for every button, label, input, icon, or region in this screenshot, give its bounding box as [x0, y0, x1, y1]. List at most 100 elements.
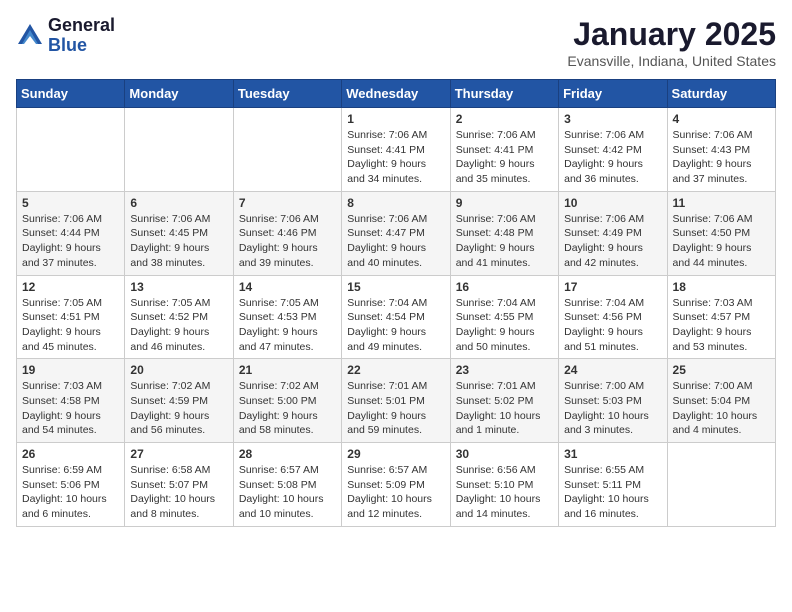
- day-info: Sunrise: 7:01 AM Sunset: 5:02 PM Dayligh…: [456, 379, 553, 438]
- day-number: 16: [456, 280, 553, 294]
- day-cell: 22Sunrise: 7:01 AM Sunset: 5:01 PM Dayli…: [342, 359, 450, 443]
- day-cell: [233, 108, 341, 192]
- day-cell: [17, 108, 125, 192]
- day-info: Sunrise: 7:06 AM Sunset: 4:42 PM Dayligh…: [564, 128, 661, 187]
- logo: General Blue: [16, 16, 115, 56]
- column-header-monday: Monday: [125, 80, 233, 108]
- day-cell: 28 Sunrise: 6:57 AM Sunset: 5:08 PM Dayli…: [233, 443, 341, 527]
- day-number: 8: [347, 196, 444, 210]
- day-cell: 5 Sunrise: 7:06 AM Sunset: 4:44 PM Daylig…: [17, 191, 125, 275]
- day-number: 15: [347, 280, 444, 294]
- day-cell: 31Sunrise: 6:55 AM Sunset: 5:11 PM Dayli…: [559, 443, 667, 527]
- calendar: SundayMondayTuesdayWednesdayThursdayFrid…: [16, 79, 776, 527]
- day-number: 9: [456, 196, 553, 210]
- column-header-wednesday: Wednesday: [342, 80, 450, 108]
- day-info: Sunrise: 7:06 AM Sunset: 4:47 PM Dayligh…: [347, 212, 444, 271]
- day-info: Sunrise: 7:06 AM Sunset: 4:41 PM Dayligh…: [456, 128, 553, 187]
- day-cell: 4 Sunrise: 7:06 AM Sunset: 4:43 PM Daylig…: [667, 108, 775, 192]
- day-number: 19: [22, 363, 119, 377]
- day-info: Sunrise: 6:55 AM Sunset: 5:11 PM Dayligh…: [564, 463, 661, 522]
- day-info: Sunrise: 6:58 AM Sunset: 5:07 PM Dayligh…: [130, 463, 227, 522]
- day-number: 25: [673, 363, 770, 377]
- column-header-sunday: Sunday: [17, 80, 125, 108]
- column-header-tuesday: Tuesday: [233, 80, 341, 108]
- logo-text: General Blue: [48, 16, 115, 56]
- column-header-friday: Friday: [559, 80, 667, 108]
- title-block: January 2025 Evansville, Indiana, United…: [567, 16, 776, 69]
- day-cell: 7Sunrise: 7:06 AM Sunset: 4:46 PM Daylig…: [233, 191, 341, 275]
- day-info: Sunrise: 7:06 AM Sunset: 4:50 PM Dayligh…: [673, 212, 770, 271]
- location: Evansville, Indiana, United States: [567, 53, 776, 69]
- day-number: 28: [239, 447, 336, 461]
- day-info: Sunrise: 7:04 AM Sunset: 4:55 PM Dayligh…: [456, 296, 553, 355]
- day-number: 4: [673, 112, 770, 126]
- day-number: 11: [673, 196, 770, 210]
- day-number: 5: [22, 196, 119, 210]
- day-cell: 20Sunrise: 7:02 AM Sunset: 4:59 PM Dayli…: [125, 359, 233, 443]
- day-number: 18: [673, 280, 770, 294]
- logo-icon: [16, 22, 44, 50]
- day-info: Sunrise: 7:06 AM Sunset: 4:44 PM Dayligh…: [22, 212, 119, 271]
- day-cell: 25 Sunrise: 7:00 AM Sunset: 5:04 PM Dayli…: [667, 359, 775, 443]
- day-cell: 19 Sunrise: 7:03 AM Sunset: 4:58 PM Dayli…: [17, 359, 125, 443]
- week-row-3: 12Sunrise: 7:05 AM Sunset: 4:51 PM Dayli…: [17, 275, 776, 359]
- week-row-4: 19 Sunrise: 7:03 AM Sunset: 4:58 PM Dayli…: [17, 359, 776, 443]
- day-number: 21: [239, 363, 336, 377]
- day-info: Sunrise: 7:06 AM Sunset: 4:45 PM Dayligh…: [130, 212, 227, 271]
- day-cell: 9 Sunrise: 7:06 AM Sunset: 4:48 PM Daylig…: [450, 191, 558, 275]
- day-info: Sunrise: 7:06 AM Sunset: 4:43 PM Dayligh…: [673, 128, 770, 187]
- day-info: Sunrise: 7:05 AM Sunset: 4:53 PM Dayligh…: [239, 296, 336, 355]
- day-info: Sunrise: 7:06 AM Sunset: 4:49 PM Dayligh…: [564, 212, 661, 271]
- day-number: 17: [564, 280, 661, 294]
- day-number: 6: [130, 196, 227, 210]
- logo-general: General: [48, 16, 115, 36]
- day-cell: 8 Sunrise: 7:06 AM Sunset: 4:47 PM Daylig…: [342, 191, 450, 275]
- day-cell: [667, 443, 775, 527]
- day-info: Sunrise: 7:02 AM Sunset: 4:59 PM Dayligh…: [130, 379, 227, 438]
- day-cell: 27 Sunrise: 6:58 AM Sunset: 5:07 PM Dayli…: [125, 443, 233, 527]
- column-header-thursday: Thursday: [450, 80, 558, 108]
- week-row-2: 5 Sunrise: 7:06 AM Sunset: 4:44 PM Daylig…: [17, 191, 776, 275]
- day-info: Sunrise: 7:02 AM Sunset: 5:00 PM Dayligh…: [239, 379, 336, 438]
- day-cell: 16 Sunrise: 7:04 AM Sunset: 4:55 PM Dayli…: [450, 275, 558, 359]
- day-number: 26: [22, 447, 119, 461]
- day-cell: 13 Sunrise: 7:05 AM Sunset: 4:52 PM Dayli…: [125, 275, 233, 359]
- day-info: Sunrise: 7:00 AM Sunset: 5:03 PM Dayligh…: [564, 379, 661, 438]
- day-cell: 30Sunrise: 6:56 AM Sunset: 5:10 PM Dayli…: [450, 443, 558, 527]
- day-info: Sunrise: 6:56 AM Sunset: 5:10 PM Dayligh…: [456, 463, 553, 522]
- day-number: 10: [564, 196, 661, 210]
- day-cell: 15 Sunrise: 7:04 AM Sunset: 4:54 PM Dayli…: [342, 275, 450, 359]
- day-info: Sunrise: 7:04 AM Sunset: 4:54 PM Dayligh…: [347, 296, 444, 355]
- day-cell: [125, 108, 233, 192]
- day-info: Sunrise: 7:06 AM Sunset: 4:41 PM Dayligh…: [347, 128, 444, 187]
- logo-blue: Blue: [48, 36, 115, 56]
- day-cell: 14 Sunrise: 7:05 AM Sunset: 4:53 PM Dayli…: [233, 275, 341, 359]
- day-number: 2: [456, 112, 553, 126]
- day-info: Sunrise: 7:04 AM Sunset: 4:56 PM Dayligh…: [564, 296, 661, 355]
- day-info: Sunrise: 6:57 AM Sunset: 5:09 PM Dayligh…: [347, 463, 444, 522]
- day-cell: 12Sunrise: 7:05 AM Sunset: 4:51 PM Dayli…: [17, 275, 125, 359]
- month-title: January 2025: [567, 16, 776, 53]
- week-row-5: 26 Sunrise: 6:59 AM Sunset: 5:06 PM Dayli…: [17, 443, 776, 527]
- day-info: Sunrise: 6:57 AM Sunset: 5:08 PM Dayligh…: [239, 463, 336, 522]
- day-number: 23: [456, 363, 553, 377]
- day-number: 13: [130, 280, 227, 294]
- day-cell: 21 Sunrise: 7:02 AM Sunset: 5:00 PM Dayli…: [233, 359, 341, 443]
- day-number: 24: [564, 363, 661, 377]
- day-info: Sunrise: 7:05 AM Sunset: 4:52 PM Dayligh…: [130, 296, 227, 355]
- day-cell: 10 Sunrise: 7:06 AM Sunset: 4:49 PM Dayli…: [559, 191, 667, 275]
- day-number: 29: [347, 447, 444, 461]
- day-cell: 29 Sunrise: 6:57 AM Sunset: 5:09 PM Dayli…: [342, 443, 450, 527]
- day-info: Sunrise: 7:06 AM Sunset: 4:46 PM Dayligh…: [239, 212, 336, 271]
- day-cell: 26 Sunrise: 6:59 AM Sunset: 5:06 PM Dayli…: [17, 443, 125, 527]
- day-info: Sunrise: 7:05 AM Sunset: 4:51 PM Dayligh…: [22, 296, 119, 355]
- day-info: Sunrise: 7:03 AM Sunset: 4:58 PM Dayligh…: [22, 379, 119, 438]
- day-info: Sunrise: 7:00 AM Sunset: 5:04 PM Dayligh…: [673, 379, 770, 438]
- day-info: Sunrise: 7:01 AM Sunset: 5:01 PM Dayligh…: [347, 379, 444, 438]
- day-number: 14: [239, 280, 336, 294]
- day-number: 27: [130, 447, 227, 461]
- page-header: General Blue January 2025 Evansville, In…: [16, 16, 776, 69]
- day-info: Sunrise: 6:59 AM Sunset: 5:06 PM Dayligh…: [22, 463, 119, 522]
- day-number: 3: [564, 112, 661, 126]
- day-info: Sunrise: 7:06 AM Sunset: 4:48 PM Dayligh…: [456, 212, 553, 271]
